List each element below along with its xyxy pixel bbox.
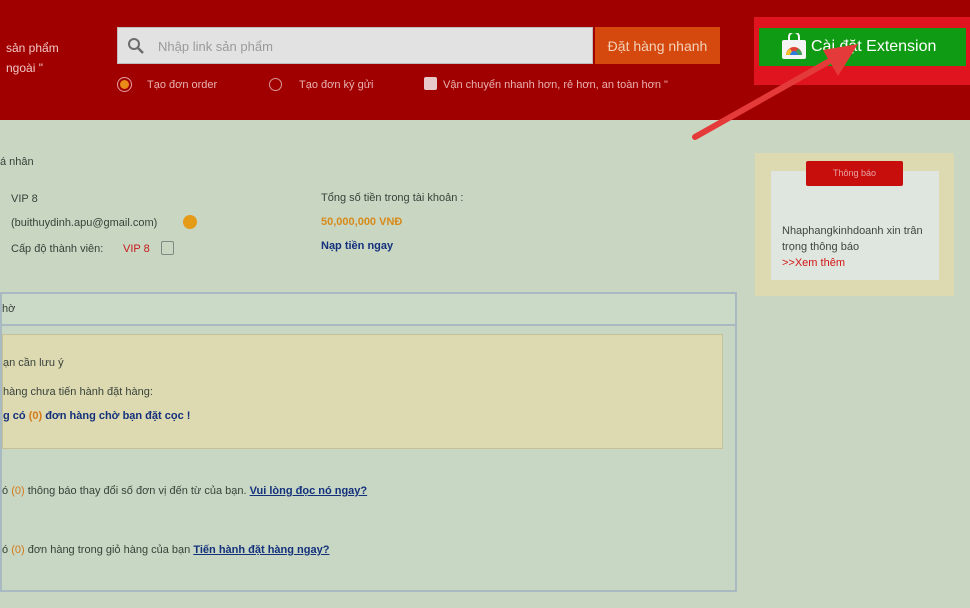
verified-check-icon	[183, 215, 197, 229]
radio-order[interactable]	[118, 78, 131, 91]
account-section-title: á nhân	[0, 156, 34, 168]
header-tagline-line2: ngoài "	[6, 61, 43, 75]
vip-badge-icon	[161, 241, 174, 255]
topup-link[interactable]: Nạp tiền ngay	[321, 240, 393, 252]
search-box	[117, 27, 593, 65]
account-email: (buithuydinh.apu@gmail.com)	[11, 217, 158, 229]
side-notice-text: Nhaphangkinhdoanh xin trân trọng thông b…	[782, 223, 932, 271]
radio-order-label: Tạo đơn order	[147, 79, 218, 91]
row1-count: (0)	[11, 485, 25, 497]
notice-line1: hàng chưa tiến hành đặt hàng:	[3, 386, 153, 398]
notification-row: ó (0) thông báo thay đổi số đơn vị đến t…	[2, 485, 367, 497]
notice-box: ạn cần lưu ý hàng chưa tiến hành đặt hàn…	[2, 334, 723, 449]
chrome-webstore-bag-icon	[782, 33, 806, 59]
panel-header: hờ	[2, 294, 735, 326]
panel-title: hờ	[2, 303, 16, 315]
row1-text: thông báo thay đổi số đơn vị đến từ của …	[27, 485, 247, 497]
member-level-value: VIP 8	[123, 243, 150, 255]
notice-title: ạn cần lưu ý	[3, 357, 64, 369]
header-tagline-line1: sản phẩm	[6, 41, 59, 55]
balance-value: 50,000,000 VNĐ	[321, 216, 403, 228]
quick-order-button[interactable]: Đặt hàng nhanh	[595, 27, 720, 64]
see-more-link[interactable]: >>Xem thêm	[782, 255, 932, 271]
row2-count: (0)	[11, 544, 25, 556]
row2-text: đơn hàng trong giỏ hàng của bạn	[27, 544, 191, 556]
header-tagline: sản phẩm ngoài "	[0, 38, 110, 78]
radio-consign[interactable]	[269, 78, 282, 91]
read-now-link[interactable]: Vui lòng đọc nó ngay?	[250, 485, 368, 497]
balance-label: Tổng số tiền trong tài khoản :	[321, 192, 464, 204]
product-link-input[interactable]	[156, 28, 590, 65]
notice-line2-suffix: đơn hàng chờ bạn đặt cọc !	[45, 410, 191, 422]
side-notice-body: Nhaphangkinhdoanh xin trân trọng thông b…	[782, 225, 923, 253]
radio-consign-label: Tạo đơn ký gửi	[299, 79, 374, 91]
deposit-count: (0)	[28, 410, 43, 422]
row1-prefix: ó	[2, 485, 9, 497]
notice-line2-prefix: g có	[3, 410, 26, 422]
shipping-icon	[424, 77, 437, 90]
search-icon	[128, 38, 144, 54]
cart-row: ó (0) đơn hàng trong giỏ hàng của bạn Ti…	[2, 544, 329, 556]
notice-line2: g có (0) đơn hàng chờ bạn đặt cọc !	[3, 410, 190, 422]
account-vip: VIP 8	[11, 193, 38, 205]
checkout-now-link[interactable]: Tiến hành đặt hàng ngay?	[193, 544, 329, 556]
member-level-label: Cấp độ thành viên:	[11, 243, 104, 255]
row2-prefix: ó	[2, 544, 9, 556]
side-notice-title: Thông báo	[806, 161, 903, 186]
shipping-note: Vận chuyển nhanh hơn, rẻ hơn, an toàn hơ…	[443, 79, 668, 91]
pending-panel: hờ ạn cần lưu ý hàng chưa tiến hành đặt …	[0, 292, 737, 592]
